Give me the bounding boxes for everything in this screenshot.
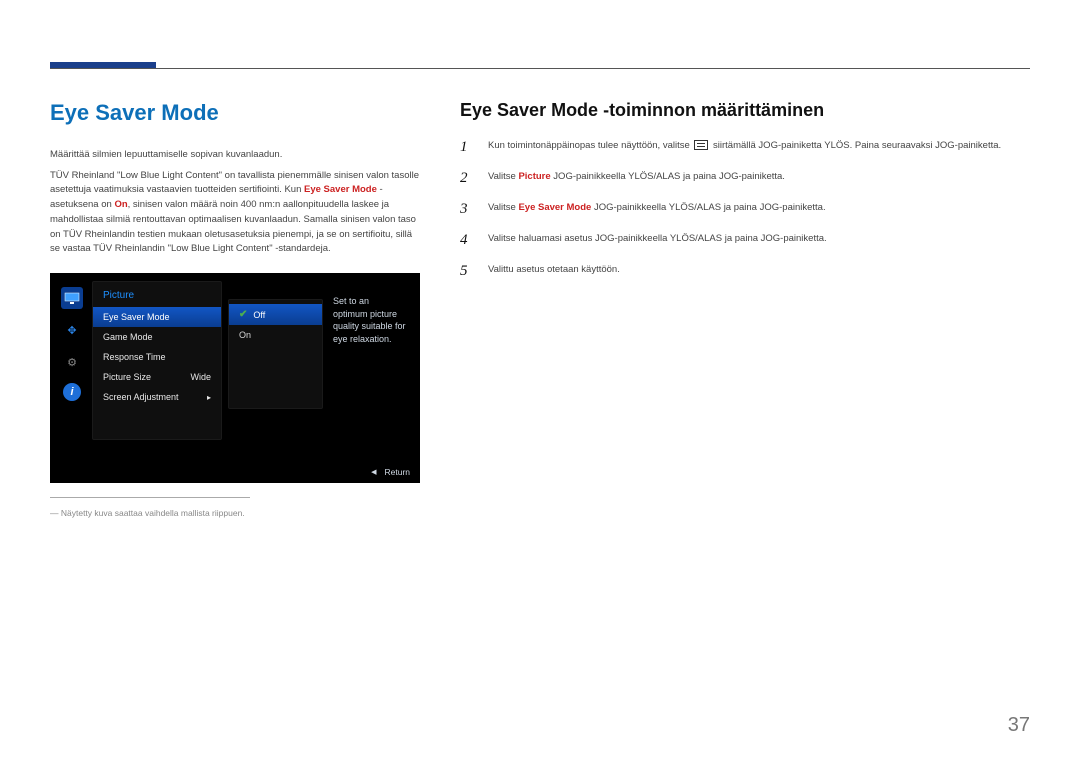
heading-configure: Eye Saver Mode -toiminnon määrittäminen — [460, 100, 1030, 121]
osd-row-screen-adjustment[interactable]: Screen Adjustment ▸ — [93, 387, 221, 407]
left-arrow-icon: ◀ — [371, 468, 376, 476]
osd-row-response-time[interactable]: Response Time — [93, 347, 221, 367]
step-number: 5 — [460, 263, 474, 280]
osd-row-label: Eye Saver Mode — [103, 312, 170, 322]
osd-row-game-mode[interactable]: Game Mode — [93, 327, 221, 347]
step1-post: siirtämällä JOG-painiketta YLÖS. Paina s… — [710, 140, 1001, 151]
osd-option-label: Off — [253, 310, 265, 320]
left-column: Eye Saver Mode Määrittää silmien lepuutt… — [50, 100, 420, 518]
step2-post: JOG-painikkeella YLÖS/ALAS ja paina JOG-… — [551, 171, 785, 182]
footnote-block: Näytetty kuva saattaa vaihdella mallista… — [50, 497, 250, 518]
step-number: 1 — [460, 139, 474, 156]
osd-description: Set to an optimum picture quality suitab… — [329, 281, 412, 440]
step-5: 5 Valittu asetus otetaan käyttöön. — [460, 263, 1030, 280]
osd-icon-rail: ✥ ⚙ i — [58, 281, 86, 440]
osd-menu: Picture Eye Saver Mode Game Mode Respons… — [92, 281, 222, 440]
osd-row-value: ▸ — [207, 393, 211, 402]
step3-pre: Valitse — [488, 202, 518, 213]
osd-value-list: ✔ Off On — [228, 299, 323, 409]
menu-icon — [694, 140, 708, 150]
osd-row-label: Picture Size — [103, 372, 151, 382]
heading-eye-saver-mode: Eye Saver Mode — [50, 100, 420, 126]
osd-row-label: Game Mode — [103, 332, 153, 342]
step-text: Valittu asetus otetaan käyttöön. — [488, 263, 1030, 278]
step-3: 3 Valitse Eye Saver Mode JOG-painikkeell… — [460, 201, 1030, 218]
intro-paragraph: Määrittää silmien lepuuttamiselle sopiva… — [50, 148, 420, 163]
columns: Eye Saver Mode Määrittää silmien lepuutt… — [50, 0, 1030, 518]
osd-option-label: On — [239, 330, 251, 340]
osd-return-label: Return — [384, 467, 410, 477]
step2-red: Picture — [518, 171, 550, 182]
osd-menu-title: Picture — [93, 286, 221, 307]
osd-footer: ◀ Return — [371, 467, 410, 477]
info-icon: i — [63, 383, 81, 401]
step-number: 2 — [460, 170, 474, 187]
step3-red: Eye Saver Mode — [518, 202, 591, 213]
osd-row-eye-saver[interactable]: Eye Saver Mode — [93, 307, 221, 327]
osd-row-picture-size[interactable]: Picture Size Wide — [93, 367, 221, 387]
footnote-text: Näytetty kuva saattaa vaihdella mallista… — [50, 508, 250, 518]
bold-eye-saver-mode: Eye Saver Mode — [304, 184, 377, 195]
gear-icon: ⚙ — [61, 351, 83, 373]
check-icon: ✔ — [239, 309, 247, 320]
right-column: Eye Saver Mode -toiminnon määrittäminen … — [460, 100, 1030, 518]
step-text: Kun toimintonäppäinopas tulee näyttöön, … — [488, 139, 1030, 154]
step-text: Valitse haluamasi asetus JOG-painikkeell… — [488, 232, 1030, 247]
osd-row-label: Response Time — [103, 352, 166, 362]
top-rule-accent — [50, 62, 156, 68]
osd-option-off[interactable]: ✔ Off — [229, 304, 322, 325]
move-icon: ✥ — [61, 319, 83, 341]
step-number: 3 — [460, 201, 474, 218]
step-1: 1 Kun toimintonäppäinopas tulee näyttöön… — [460, 139, 1030, 156]
step3-post: JOG-painikkeella YLÖS/ALAS ja paina JOG-… — [591, 202, 825, 213]
step1-pre: Kun toimintonäppäinopas tulee näyttöön, … — [488, 140, 692, 151]
top-rule — [50, 68, 1030, 69]
page: Eye Saver Mode Määrittää silmien lepuutt… — [0, 0, 1080, 763]
osd-body: ✥ ⚙ i Picture Eye Saver Mode Game Mode — [50, 273, 420, 448]
page-number: 37 — [1008, 714, 1030, 737]
osd-screenshot: ✥ ⚙ i Picture Eye Saver Mode Game Mode — [50, 273, 420, 483]
step-text: Valitse Picture JOG-painikkeella YLÖS/AL… — [488, 170, 1030, 185]
step-number: 4 — [460, 232, 474, 249]
tuv-paragraph: TÜV Rheinland "Low Blue Light Content" o… — [50, 169, 420, 257]
monitor-icon — [61, 287, 83, 309]
osd-option-on[interactable]: On — [229, 325, 322, 345]
step-list: 1 Kun toimintonäppäinopas tulee näyttöön… — [460, 139, 1030, 280]
step2-pre: Valitse — [488, 171, 518, 182]
step-text: Valitse Eye Saver Mode JOG-painikkeella … — [488, 201, 1030, 216]
bold-on: On — [114, 199, 127, 210]
step-2: 2 Valitse Picture JOG-painikkeella YLÖS/… — [460, 170, 1030, 187]
osd-row-label: Screen Adjustment — [103, 392, 179, 402]
osd-row-value: Wide — [190, 372, 211, 382]
step-4: 4 Valitse haluamasi asetus JOG-painikkee… — [460, 232, 1030, 249]
